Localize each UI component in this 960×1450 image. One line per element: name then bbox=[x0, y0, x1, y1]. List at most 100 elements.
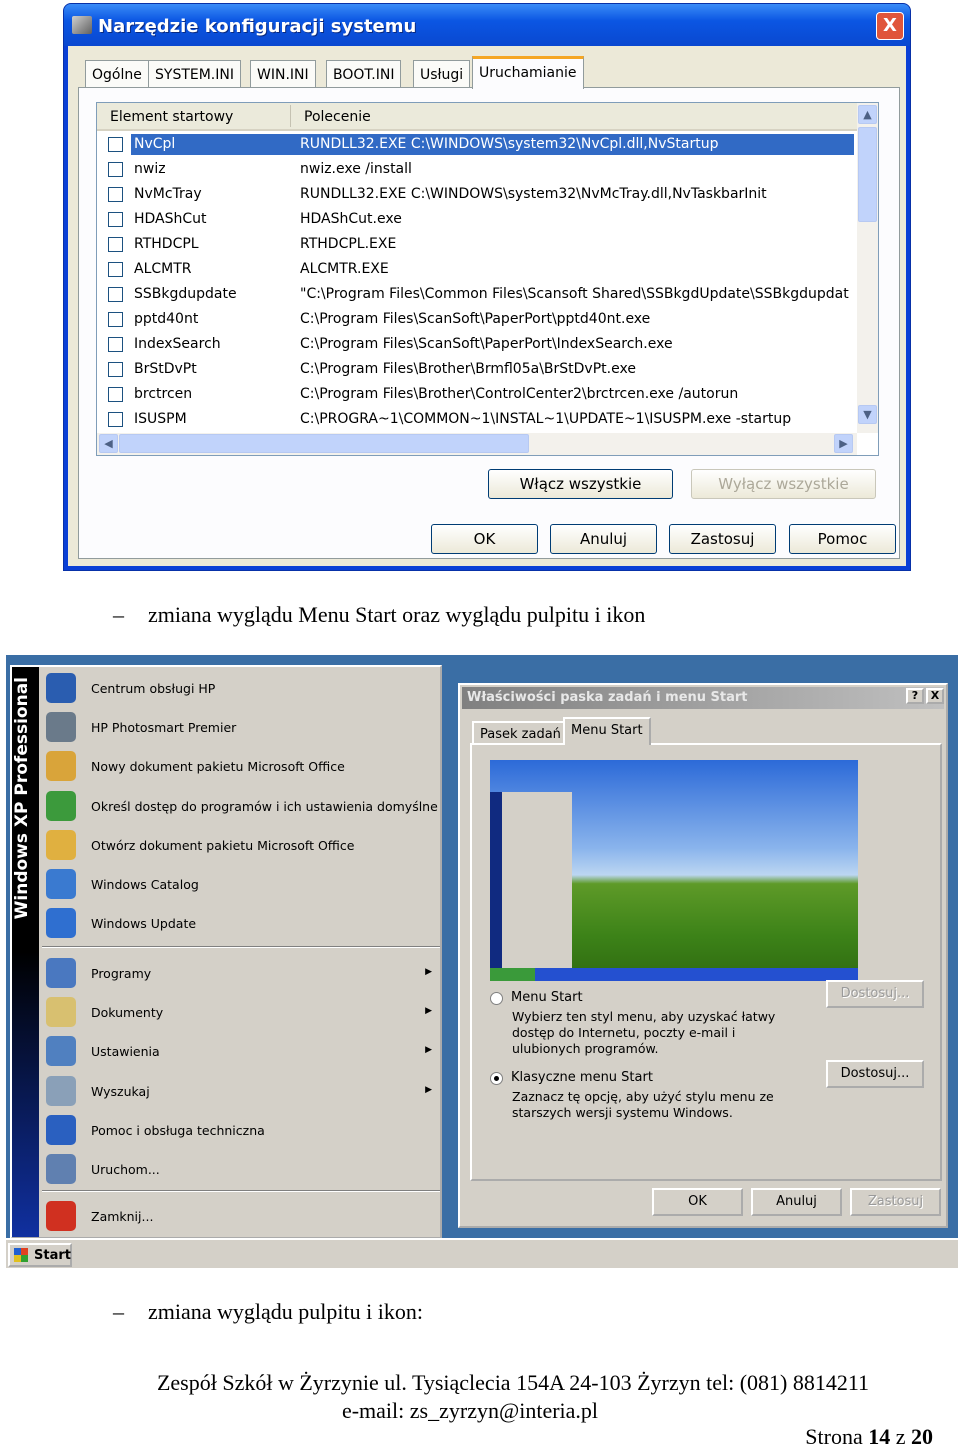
menu-item-label: Określ dostęp do programów i ich ustawie… bbox=[91, 798, 438, 814]
scroll-down-icon[interactable]: ▼ bbox=[858, 405, 877, 424]
band-text: Windows XP Professional bbox=[12, 677, 32, 920]
ok-button[interactable]: OK bbox=[652, 1188, 743, 1216]
help-button[interactable]: Pomoc bbox=[789, 524, 896, 554]
enable-all-button[interactable]: Włącz wszystkie bbox=[488, 469, 673, 499]
start-button[interactable]: Start bbox=[8, 1243, 72, 1267]
cancel-button[interactable]: Anuluj bbox=[550, 524, 657, 554]
submenu-arrow-icon: ▶ bbox=[425, 1084, 432, 1095]
startup-checkbox[interactable] bbox=[108, 387, 123, 402]
startup-command: "C:\Program Files\Common Files\Scansoft … bbox=[300, 286, 849, 302]
startup-checkbox[interactable] bbox=[108, 237, 123, 252]
option-label[interactable]: Menu Start bbox=[511, 990, 583, 1006]
menu-item[interactable]: Ustawienia ▶ bbox=[42, 1032, 438, 1071]
menu-item[interactable]: Windows Catalog bbox=[42, 865, 438, 904]
close-button[interactable]: X bbox=[876, 12, 904, 40]
tab-taskbar[interactable]: Pasek zadań bbox=[472, 721, 569, 745]
menu-item-label: Uruchom... bbox=[91, 1162, 160, 1177]
menu-item[interactable]: Centrum obsługi HP bbox=[42, 669, 438, 708]
disable-all-button[interactable]: Wyłącz wszystkie bbox=[691, 469, 876, 499]
startup-list[interactable]: Element startowy Polecenie NvCpl RUNDLL3… bbox=[96, 102, 879, 456]
menu-item[interactable]: Wyszukaj ▶ bbox=[42, 1072, 438, 1111]
startup-row[interactable]: NvMcTray RUNDLL32.EXE C:\WINDOWS\system3… bbox=[97, 182, 857, 207]
tab-boot-ini[interactable]: BOOT.INI bbox=[326, 60, 402, 88]
startup-checkbox[interactable] bbox=[108, 187, 123, 202]
startup-checkbox[interactable] bbox=[108, 212, 123, 227]
ok-button[interactable]: OK bbox=[431, 524, 538, 554]
submenu-arrow-icon: ▶ bbox=[425, 1006, 432, 1017]
title-bar: Narzędzie konfiguracji systemu bbox=[64, 4, 910, 46]
startup-row[interactable]: IndexSearch C:\Program Files\ScanSoft\Pa… bbox=[97, 332, 857, 357]
close-button[interactable]: X bbox=[926, 688, 944, 704]
scroll-up-icon[interactable]: ▲ bbox=[858, 105, 877, 124]
column-command[interactable]: Polecenie bbox=[304, 109, 371, 125]
menu-item-label: Nowy dokument pakietu Microsoft Office bbox=[91, 759, 345, 775]
menu-item[interactable]: Uruchom... bbox=[42, 1150, 438, 1189]
start-menu-panel: Menu Start Wybierz ten styl menu, aby uz… bbox=[470, 743, 942, 1181]
h-scrollbar-thumb[interactable] bbox=[119, 434, 529, 453]
startup-item-name: nwiz bbox=[134, 161, 166, 177]
current-page: 14 bbox=[868, 1424, 891, 1449]
help-button[interactable]: ? bbox=[906, 688, 924, 704]
tab-startup[interactable]: Uruchamianie bbox=[472, 56, 584, 89]
startup-checkbox[interactable] bbox=[108, 137, 123, 152]
startup-checkbox[interactable] bbox=[108, 287, 123, 302]
menu-item[interactable]: Dokumenty ▶ bbox=[42, 993, 438, 1032]
vertical-scrollbar[interactable]: ▲ ▼ bbox=[857, 103, 878, 433]
startup-row[interactable]: pptd40nt C:\Program Files\ScanSoft\Paper… bbox=[97, 307, 857, 332]
windows-update-icon bbox=[46, 908, 76, 939]
startup-item-name: brctrcen bbox=[134, 386, 193, 402]
menu-separator bbox=[42, 1190, 440, 1192]
apply-button[interactable]: Zastosuj bbox=[669, 524, 776, 554]
menu-item-label: Pomoc i obsługa techniczna bbox=[91, 1122, 265, 1138]
startup-checkbox[interactable] bbox=[108, 262, 123, 277]
startup-checkbox[interactable] bbox=[108, 162, 123, 177]
menu-item-label: Wyszukaj bbox=[91, 1083, 150, 1099]
startup-checkbox[interactable] bbox=[108, 412, 123, 427]
startup-row[interactable]: NvCpl RUNDLL32.EXE C:\WINDOWS\system32\N… bbox=[97, 132, 857, 157]
menu-item[interactable]: Zamknij... bbox=[42, 1197, 438, 1236]
tab-services[interactable]: Usługi bbox=[413, 60, 471, 88]
scroll-left-icon[interactable]: ◀ bbox=[99, 434, 118, 453]
horizontal-scrollbar[interactable]: ◀ ▶ bbox=[97, 433, 857, 455]
startup-checkbox[interactable] bbox=[108, 312, 123, 327]
tab-general[interactable]: Ogólne bbox=[85, 60, 149, 88]
column-startup-item[interactable]: Element startowy bbox=[110, 109, 233, 125]
menu-item[interactable]: Windows Update bbox=[42, 904, 438, 943]
radio-0[interactable] bbox=[490, 992, 503, 1005]
tab-win-ini[interactable]: WIN.INI bbox=[250, 60, 316, 88]
menu-item[interactable]: Programy ▶ bbox=[42, 954, 438, 993]
startup-row[interactable]: BrStDvPt C:\Program Files\Brother\Brmfl0… bbox=[97, 357, 857, 382]
customize-button[interactable]: Dostosuj... bbox=[826, 1060, 924, 1088]
startup-item-name: pptd40nt bbox=[134, 311, 199, 327]
tab-system-ini[interactable]: SYSTEM.INI bbox=[148, 60, 241, 88]
startup-command: C:\Program Files\Brother\ControlCenter2\… bbox=[300, 386, 739, 402]
menu-item[interactable]: Określ dostęp do programów i ich ustawie… bbox=[42, 787, 438, 826]
startup-row[interactable]: ALCMTR ALCMTR.EXE bbox=[97, 257, 857, 282]
startup-checkbox[interactable] bbox=[108, 362, 123, 377]
startup-row[interactable]: RTHDCPL RTHDCPL.EXE bbox=[97, 232, 857, 257]
option-label[interactable]: Klasyczne menu Start bbox=[511, 1070, 653, 1086]
startup-row[interactable]: nwiz nwiz.exe /install bbox=[97, 157, 857, 182]
bullet-dash: – bbox=[113, 1299, 124, 1324]
startup-row[interactable]: brctrcen C:\Program Files\Brother\Contro… bbox=[97, 382, 857, 407]
menu-item[interactable]: Pomoc i obsługa techniczna bbox=[42, 1111, 438, 1150]
radio-1[interactable] bbox=[490, 1072, 503, 1085]
scrollbar-thumb[interactable] bbox=[858, 127, 877, 222]
menu-item[interactable]: Otwórz dokument pakietu Microsoft Office bbox=[42, 826, 438, 865]
menu-item[interactable]: Nowy dokument pakietu Microsoft Office bbox=[42, 747, 438, 786]
preview-image bbox=[490, 760, 858, 981]
scroll-right-icon[interactable]: ▶ bbox=[834, 434, 853, 453]
startup-row[interactable]: ISUSPM C:\PROGRA~1\COMMON~1\INSTAL~1\UPD… bbox=[97, 407, 857, 432]
startup-row[interactable]: SSBkgdupdate "C:\Program Files\Common Fi… bbox=[97, 282, 857, 307]
startup-checkbox[interactable] bbox=[108, 337, 123, 352]
customize-button[interactable]: Dostosuj... bbox=[826, 980, 924, 1008]
menu-item-label: HP Photosmart Premier bbox=[91, 720, 237, 736]
menu-item[interactable]: HP Photosmart Premier bbox=[42, 708, 438, 747]
dialog-title: Właściwości paska zadań i menu Start bbox=[467, 690, 748, 705]
tab-start-menu[interactable]: Menu Start bbox=[563, 717, 651, 745]
submenu-arrow-icon: ▶ bbox=[425, 967, 432, 977]
cancel-button[interactable]: Anuluj bbox=[751, 1188, 842, 1216]
startup-row[interactable]: HDAShCut HDAShCut.exe bbox=[97, 207, 857, 232]
menu-item-label: Windows Update bbox=[91, 916, 197, 932]
apply-button[interactable]: Zastosuj bbox=[850, 1188, 941, 1216]
